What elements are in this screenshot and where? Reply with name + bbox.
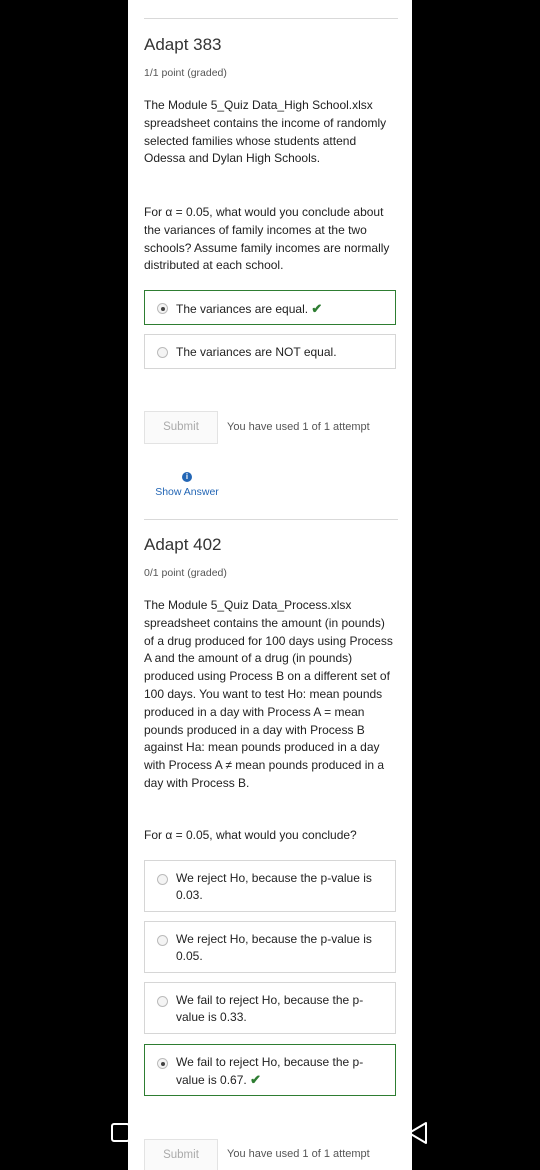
attempts-text: You have used 1 of 1 attempt <box>227 421 370 433</box>
checkmark-icon: ✔ <box>311 301 323 316</box>
radio-button[interactable] <box>157 935 168 946</box>
submit-button[interactable]: Submit <box>144 1139 218 1170</box>
answer-choice[interactable]: The variances are equal. ✔ <box>144 290 396 325</box>
show-answer-button[interactable]: i Show Answer <box>152 472 222 498</box>
divider <box>144 18 398 19</box>
checkmark-icon: ✔ <box>250 1072 261 1087</box>
radio-button[interactable] <box>157 347 168 358</box>
attempts-text: You have used 1 of 1 attempt <box>227 1148 370 1160</box>
choice-label: The variances are NOT equal. <box>176 345 337 359</box>
answer-choice[interactable]: We fail to reject Ho, because the p-valu… <box>144 982 396 1034</box>
answer-choice[interactable]: The variances are NOT equal. <box>144 334 396 369</box>
points-label: 0/1 point (graded) <box>144 567 227 579</box>
question-text: The Module 5_Quiz Data_High School.xlsx … <box>144 98 387 166</box>
choice-label: We fail to reject Ho, because the p-valu… <box>176 1055 364 1087</box>
choice-label: We fail to reject Ho, because the p-valu… <box>176 993 364 1024</box>
show-answer-label: Show Answer <box>155 486 219 498</box>
home-icon[interactable] <box>256 1120 284 1148</box>
answer-choice[interactable]: We reject Ho, because the p-value is 0.0… <box>144 860 396 912</box>
question-text: The Module 5_Quiz Data_Process.xlsx spre… <box>144 598 393 790</box>
back-icon[interactable] <box>405 1120 431 1146</box>
radio-button[interactable] <box>157 1058 168 1069</box>
info-icon: i <box>182 472 192 482</box>
question-prompt: For α = 0.05, what would you conclude ab… <box>144 205 390 273</box>
question-title: Adapt 402 <box>144 535 222 554</box>
question-prompt: For α = 0.05, what would you conclude? <box>144 828 357 842</box>
submit-button[interactable]: Submit <box>144 411 218 444</box>
radio-button[interactable] <box>157 874 168 885</box>
answer-choice[interactable]: We fail to reject Ho, because the p-valu… <box>144 1044 396 1096</box>
divider <box>144 519 398 520</box>
radio-button[interactable] <box>157 303 168 314</box>
recents-icon[interactable] <box>110 1121 132 1145</box>
choice-label: We reject Ho, because the p-value is 0.0… <box>176 871 372 902</box>
quiz-page: Adapt 383 1/1 point (graded) The Module … <box>128 0 412 1170</box>
choice-label: We reject Ho, because the p-value is 0.0… <box>176 932 372 963</box>
question-title: Adapt 383 <box>144 35 222 54</box>
choice-label: The variances are equal. <box>176 302 309 316</box>
radio-button[interactable] <box>157 996 168 1007</box>
answer-choice[interactable]: We reject Ho, because the p-value is 0.0… <box>144 921 396 973</box>
points-label: 1/1 point (graded) <box>144 67 227 79</box>
